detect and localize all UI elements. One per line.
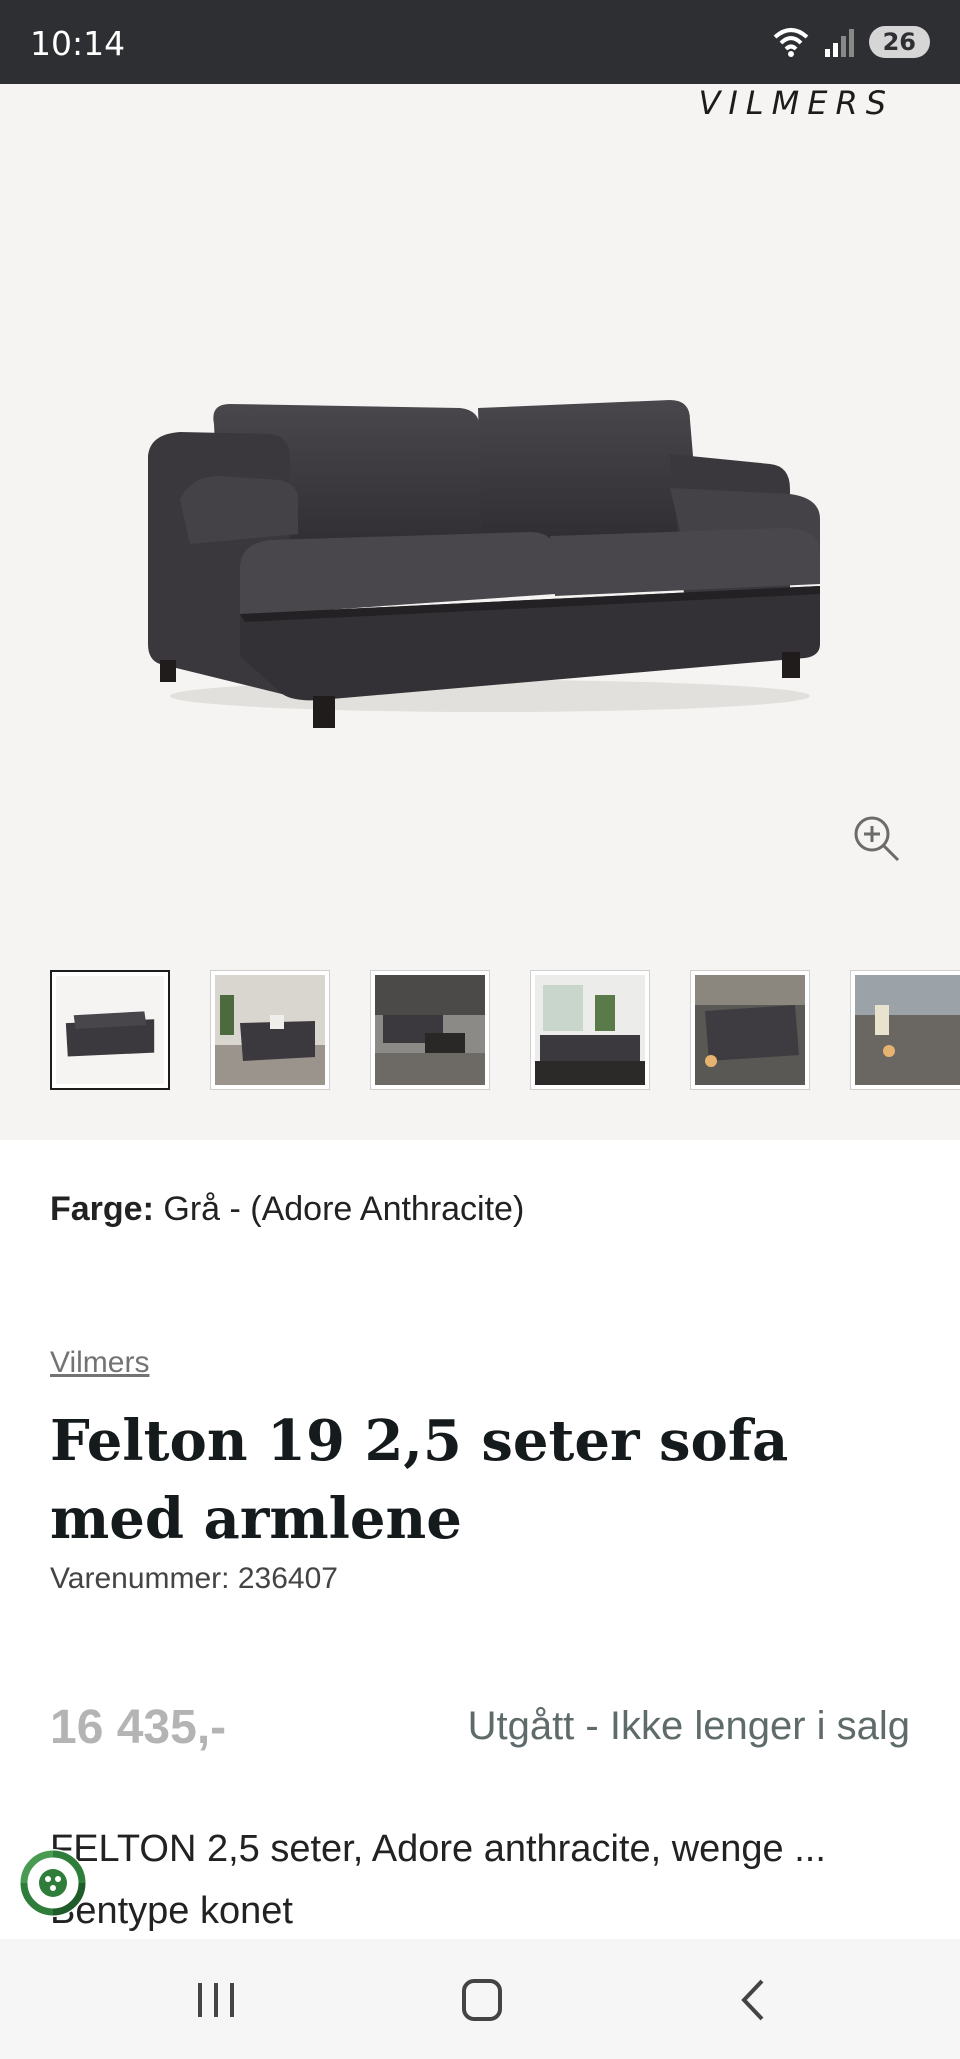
recent-apps-button[interactable]: [186, 1975, 246, 2025]
product-title: Felton 19 2,5 seter sofa med armlene: [50, 1408, 789, 1552]
eco-badge[interactable]: [16, 1846, 90, 1920]
thumbnail-strip: [50, 970, 960, 1090]
status-icons: 26: [771, 22, 930, 62]
thumbnail-6[interactable]: [850, 970, 960, 1090]
thumbnail-4[interactable]: [530, 970, 650, 1090]
thumbnail-3[interactable]: [370, 970, 490, 1090]
back-icon: [741, 1979, 764, 2021]
thumbnail-image: [56, 976, 164, 1084]
color-selection: Farge: Grå - (Adore Anthracite): [50, 1190, 524, 1229]
status-bar: 10:14 26: [0, 0, 960, 84]
product-sku: Varenummer: 236407: [50, 1562, 338, 1595]
product-image[interactable]: [130, 304, 830, 744]
thumbnail-image: [375, 975, 485, 1085]
zoom-button[interactable]: [852, 814, 904, 866]
home-icon: [462, 1979, 502, 2021]
thumbnail-5[interactable]: [690, 970, 810, 1090]
product-gallery: VILMERS: [0, 84, 960, 1140]
color-label: Farge:: [50, 1190, 154, 1228]
eco-icon: [19, 1849, 87, 1917]
wifi-icon: [773, 28, 808, 57]
sofa-image: [148, 400, 820, 728]
thumbnail-image: [215, 975, 325, 1085]
brand-logo: VILMERS: [698, 84, 894, 122]
battery-indicator: 26: [868, 26, 930, 58]
thumbnail-1[interactable]: [50, 970, 170, 1090]
product-price: 16 435,-: [50, 1701, 227, 1754]
thumbnail-image: [535, 975, 645, 1085]
zoom-in-icon: [854, 816, 900, 862]
brand-link[interactable]: Vilmers: [50, 1346, 149, 1380]
product-description: FELTON 2,5 seter, Adore anthracite, weng…: [50, 1828, 826, 1932]
thumbnail-image: [695, 975, 805, 1085]
recent-apps-icon: [198, 1983, 234, 2017]
back-button[interactable]: [724, 1975, 784, 2025]
navigation-bar: [0, 1939, 960, 2059]
thumbnail-2[interactable]: [210, 970, 330, 1090]
color-value: Grå - (Adore Anthracite): [163, 1190, 525, 1228]
signal-icon: [824, 29, 854, 57]
home-button[interactable]: [452, 1975, 512, 2025]
availability-status: Utgått - Ikke lenger i salg: [467, 1704, 910, 1748]
thumbnail-image: [855, 975, 960, 1085]
status-time: 10:14: [30, 24, 126, 63]
